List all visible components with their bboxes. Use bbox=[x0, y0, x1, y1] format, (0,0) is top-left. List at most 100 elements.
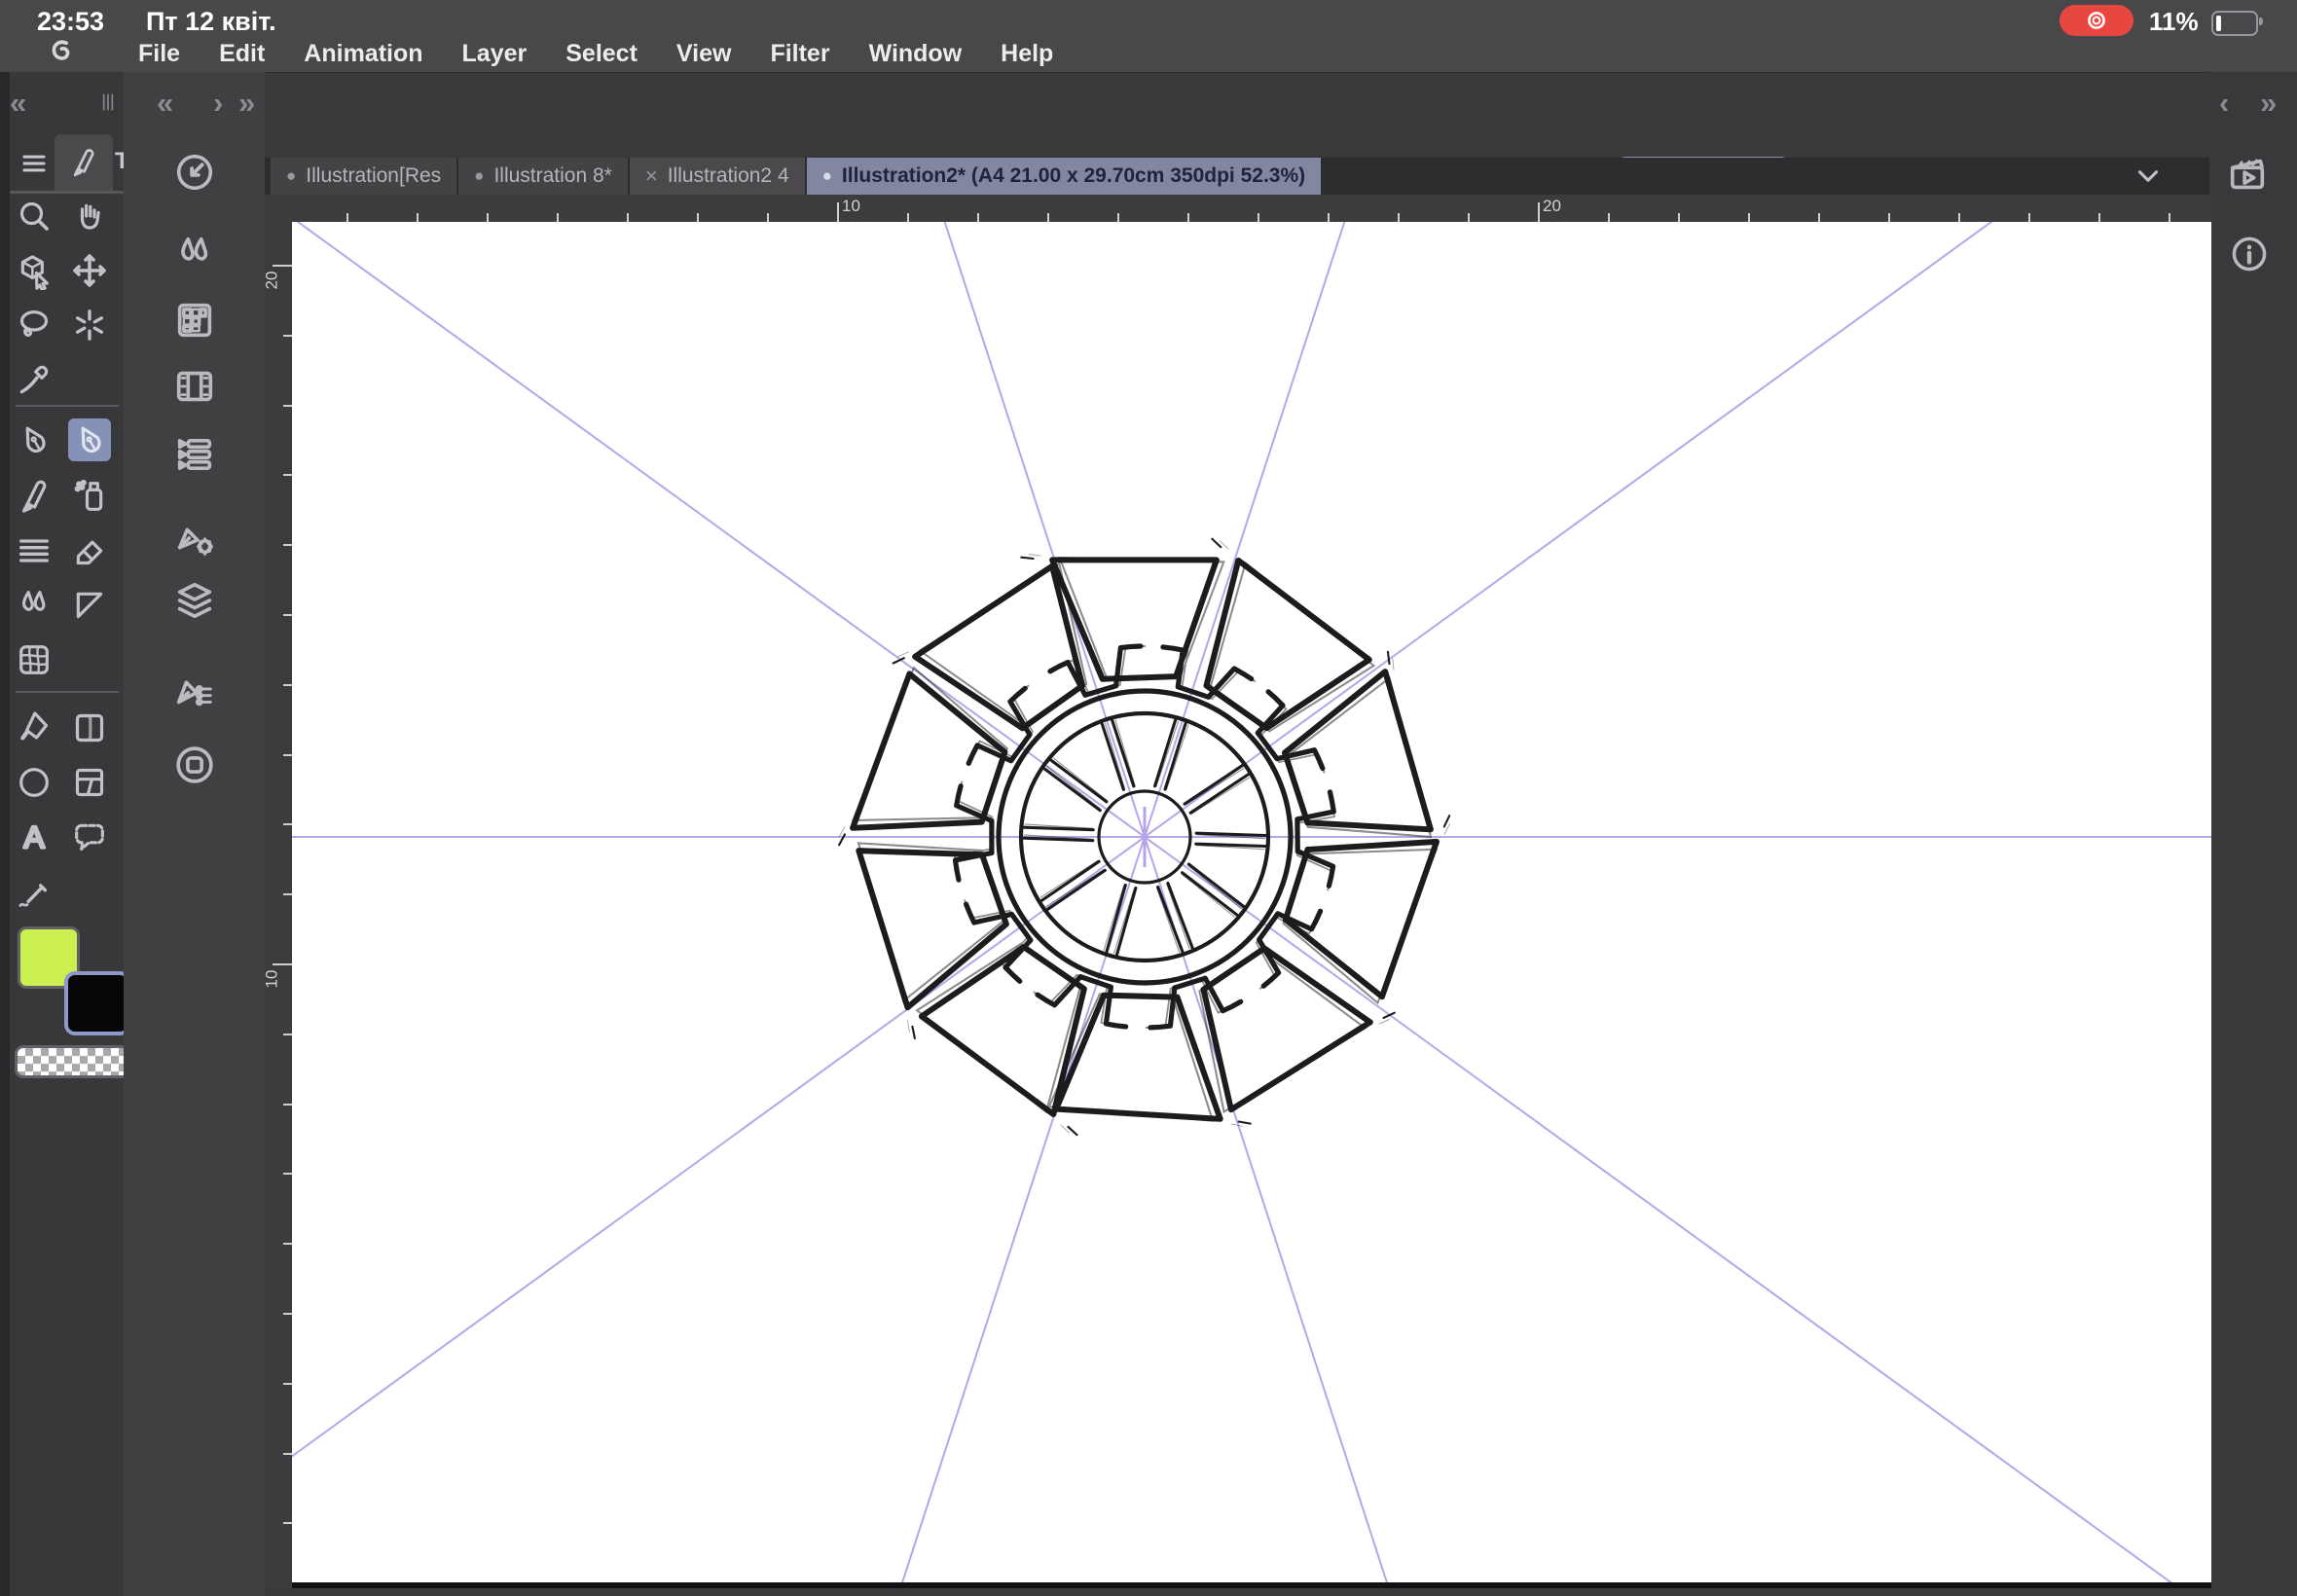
tool-story-line[interactable] bbox=[13, 872, 55, 915]
expand-right-small-icon[interactable]: › bbox=[213, 88, 223, 118]
tool-figure[interactable] bbox=[13, 761, 55, 804]
tab-label: Illustration 8* bbox=[493, 164, 612, 187]
ruler-tick bbox=[627, 213, 629, 222]
quick-tool-settings-button[interactable] bbox=[170, 513, 219, 562]
battery-icon bbox=[2211, 11, 2263, 36]
menu-select[interactable]: Select bbox=[565, 40, 638, 68]
menu-edit[interactable]: Edit bbox=[219, 40, 265, 68]
tool-pen[interactable] bbox=[13, 418, 55, 461]
tool-zoom[interactable] bbox=[13, 195, 55, 237]
tab-list-chevron[interactable] bbox=[2122, 160, 2174, 193]
palette-divider bbox=[16, 691, 119, 693]
palette-menu-icon[interactable] bbox=[19, 149, 49, 178]
ruler-tick bbox=[977, 213, 979, 222]
ruler-tick bbox=[283, 1173, 292, 1176]
ruler-tick bbox=[1328, 213, 1330, 222]
collapse-left-icon[interactable]: « bbox=[157, 88, 173, 118]
menu-view[interactable]: View bbox=[676, 40, 732, 68]
collapse-left-icon[interactable]: « bbox=[10, 88, 26, 118]
tool-hatching[interactable] bbox=[13, 529, 55, 572]
tool-liquify[interactable] bbox=[13, 638, 55, 681]
pen-tool-tab[interactable] bbox=[55, 134, 113, 191]
sub-color-swatch-selected[interactable] bbox=[64, 971, 130, 1035]
ruler-tick bbox=[1187, 213, 1189, 222]
tab-label: Illustration2 4 bbox=[667, 164, 789, 187]
menu-file[interactable]: File bbox=[138, 40, 180, 68]
tool-hand[interactable] bbox=[68, 195, 111, 237]
quick-timeline-list-button[interactable] bbox=[170, 430, 219, 479]
tool-eyedropper[interactable] bbox=[13, 358, 55, 401]
ruler-tick bbox=[1818, 213, 1820, 222]
quick-animation-film-button[interactable] bbox=[170, 362, 219, 411]
drawing-canvas[interactable] bbox=[292, 222, 2211, 1588]
screen-record-indicator[interactable] bbox=[2060, 5, 2133, 36]
ruler-tick bbox=[2098, 213, 2100, 222]
menu-animation[interactable]: Animation bbox=[304, 40, 422, 68]
tool-fill[interactable] bbox=[13, 707, 55, 749]
transparent-color-swatch[interactable] bbox=[15, 1045, 131, 1078]
tool-balloon[interactable] bbox=[68, 816, 111, 858]
ruler-tick bbox=[283, 614, 292, 616]
top-bar: 23:53 Пт 12 квіт. 11% File Edit Animatio… bbox=[0, 0, 2297, 72]
tool-decoration[interactable] bbox=[68, 584, 111, 627]
ruler-tick bbox=[273, 265, 292, 267]
document-tab-active[interactable]: ● Illustration2* (A4 21.00 x 29.70cm 350… bbox=[806, 158, 1322, 195]
tool-gradient[interactable] bbox=[68, 707, 111, 749]
tab-modified-dot: ● bbox=[821, 166, 832, 185]
ruler-tick bbox=[697, 213, 699, 222]
tab-close-icon[interactable]: × bbox=[645, 163, 658, 189]
tool-text[interactable] bbox=[13, 816, 55, 858]
tool-lasso[interactable] bbox=[13, 304, 55, 346]
ruler-tick bbox=[1888, 213, 1890, 222]
palette-header: T bbox=[10, 134, 129, 194]
ruler-tick bbox=[283, 404, 292, 407]
ruler-tick bbox=[487, 213, 489, 222]
menu-layer[interactable]: Layer bbox=[462, 40, 528, 68]
expand-right-icon[interactable]: » bbox=[238, 88, 255, 118]
tool-eraser[interactable] bbox=[68, 529, 111, 572]
document-tab-2[interactable]: ● Illustration 8* bbox=[458, 158, 628, 195]
quick-navigator-button[interactable] bbox=[170, 741, 219, 789]
ruler-tick bbox=[283, 1522, 292, 1525]
ruler-tick bbox=[283, 1103, 292, 1106]
tool-marker[interactable] bbox=[13, 475, 55, 518]
ruler-tick bbox=[417, 213, 419, 222]
ruler-label: 20 bbox=[1543, 197, 1561, 215]
ruler-tick bbox=[1468, 213, 1470, 222]
ruler-tick bbox=[1258, 213, 1259, 222]
ruler-tick bbox=[283, 544, 292, 547]
information-button[interactable] bbox=[2223, 228, 2276, 280]
horizontal-ruler: 10 20 bbox=[292, 195, 2211, 222]
clip-studio-paint-logo[interactable] bbox=[43, 34, 82, 73]
ruler-label: 20 bbox=[262, 271, 281, 290]
quick-layers-button[interactable] bbox=[170, 576, 219, 625]
right-edge-panel: ‹ » bbox=[2209, 72, 2297, 1596]
ruler-tick bbox=[2028, 213, 2030, 222]
tool-pen-selected[interactable] bbox=[68, 418, 111, 461]
tool-blend[interactable] bbox=[13, 584, 55, 627]
document-tab-1[interactable]: ● Illustration[Res bbox=[271, 158, 457, 195]
menu-window[interactable]: Window bbox=[869, 40, 963, 68]
document-tab-3[interactable]: × Illustration2 4 bbox=[629, 158, 805, 195]
ruler-label: 10 bbox=[842, 197, 860, 215]
collapse-left-small-icon[interactable]: ‹ bbox=[2219, 88, 2229, 118]
tool-palette: « T bbox=[10, 72, 131, 1596]
menu-filter[interactable]: Filter bbox=[770, 40, 829, 68]
tool-airbrush[interactable] bbox=[68, 475, 111, 518]
tab-label: Illustration[Res bbox=[306, 164, 442, 187]
expand-right-icon[interactable]: » bbox=[2260, 88, 2277, 118]
tool-move[interactable] bbox=[68, 249, 111, 292]
vertical-ruler: 20 10 bbox=[262, 222, 292, 1588]
battery-percent: 11% bbox=[2149, 7, 2199, 36]
quick-screentone-button[interactable] bbox=[170, 296, 219, 345]
ruler-tick bbox=[283, 683, 292, 686]
quick-zoom-reset-button[interactable] bbox=[170, 148, 219, 197]
drag-handle-icon[interactable] bbox=[95, 90, 121, 115]
quick-blend-button[interactable] bbox=[170, 230, 219, 278]
quick-sub-tool-button[interactable] bbox=[170, 664, 219, 712]
tool-operate-3d[interactable] bbox=[13, 249, 55, 292]
tool-auto-select[interactable] bbox=[68, 304, 111, 346]
tool-frame-border[interactable] bbox=[68, 761, 111, 804]
animation-clapper-button[interactable] bbox=[2221, 148, 2274, 200]
menu-help[interactable]: Help bbox=[1001, 40, 1053, 68]
